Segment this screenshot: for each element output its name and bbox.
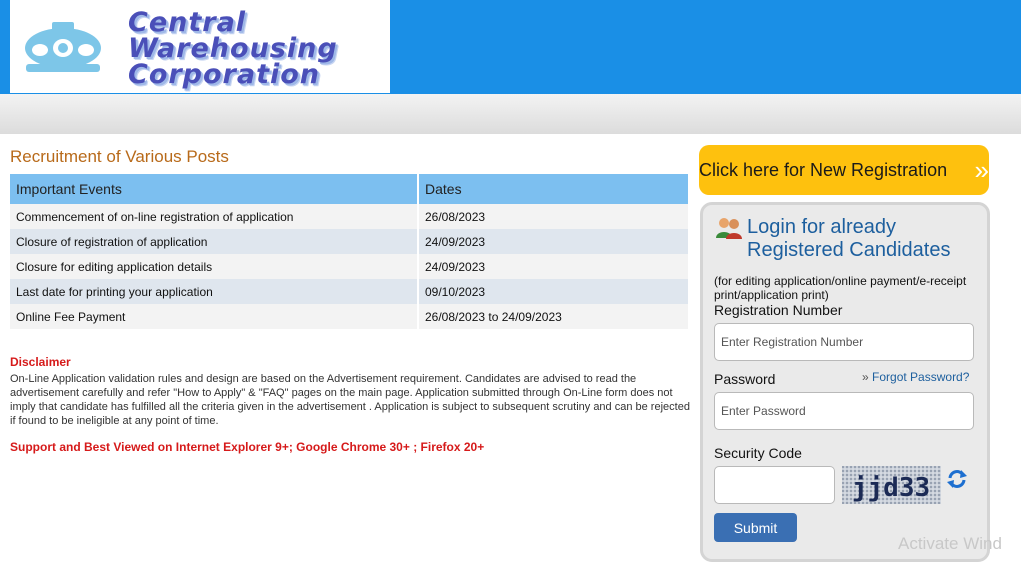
date-cell: 24/09/2023 (418, 254, 690, 279)
browser-support-note: Support and Best Viewed on Internet Expl… (10, 440, 485, 454)
submit-button[interactable]: Submit (714, 513, 797, 542)
table-row: Closure for editing application details … (10, 254, 690, 279)
captcha-image: jjd33 (842, 466, 941, 504)
login-heading: Login for already Registered Candidates (747, 216, 950, 262)
login-heading-line-1: Login for already (747, 216, 896, 238)
password-input[interactable] (714, 392, 974, 430)
event-cell: Online Fee Payment (10, 304, 419, 329)
nav-bar (0, 94, 1021, 134)
registration-number-input[interactable] (714, 323, 974, 361)
column-header-dates: Dates (418, 174, 690, 204)
forgot-password-link[interactable]: » Forgot Password? (862, 370, 969, 384)
login-note: (for editing application/online payment/… (714, 274, 967, 302)
event-cell: Last date for printing your application (10, 279, 419, 304)
security-code-input[interactable] (714, 466, 835, 504)
column-header-events: Important Events (10, 174, 419, 204)
table-row: Closure of registration of application 2… (10, 229, 690, 254)
date-cell: 24/09/2023 (418, 229, 690, 254)
table-row: Commencement of on-line registration of … (10, 204, 690, 229)
users-icon (716, 218, 742, 239)
forgot-password-label: Forgot Password? (872, 370, 970, 384)
important-events-table: Important Events Dates Commencement of o… (10, 174, 690, 329)
double-chevron-right-icon: » (862, 370, 869, 384)
logo-wordmark: Central Warehousing Corporation (128, 9, 338, 90)
date-cell: 26/08/2023 to 24/09/2023 (418, 304, 690, 329)
disclaimer-title: Disclaimer (10, 355, 71, 369)
disclaimer-text: On-Line Application validation rules and… (10, 373, 690, 427)
page-title: Recruitment of Various Posts (10, 147, 229, 166)
new-registration-button[interactable]: Click here for New Registration » (699, 145, 990, 195)
login-heading-line-2: Registered Candidates (747, 239, 951, 261)
registration-number-label: Registration Number (714, 302, 843, 318)
security-code-label: Security Code (714, 445, 802, 461)
cwc-logo-emblem-icon (25, 22, 101, 72)
password-label: Password (714, 371, 776, 387)
captcha-text: jjd33 (852, 473, 930, 503)
logo-line-3: Corporation (128, 59, 321, 90)
page-header: Central Warehousing Corporation (0, 0, 1021, 94)
event-cell: Closure of registration of application (10, 229, 419, 254)
double-chevron-icon: » (974, 155, 990, 185)
logo[interactable]: Central Warehousing Corporation (10, 0, 390, 93)
date-cell: 26/08/2023 (418, 204, 690, 229)
refresh-icon[interactable] (946, 468, 968, 490)
date-cell: 09/10/2023 (418, 279, 690, 304)
table-row: Online Fee Payment 26/08/2023 to 24/09/2… (10, 304, 690, 329)
event-cell: Closure for editing application details (10, 254, 419, 279)
table-header-row: Important Events Dates (10, 174, 690, 204)
new-registration-label: Click here for New Registration (699, 160, 948, 180)
activation-watermark: Activate Wind (898, 534, 1002, 553)
table-row: Last date for printing your application … (10, 279, 690, 304)
event-cell: Commencement of on-line registration of … (10, 204, 419, 229)
